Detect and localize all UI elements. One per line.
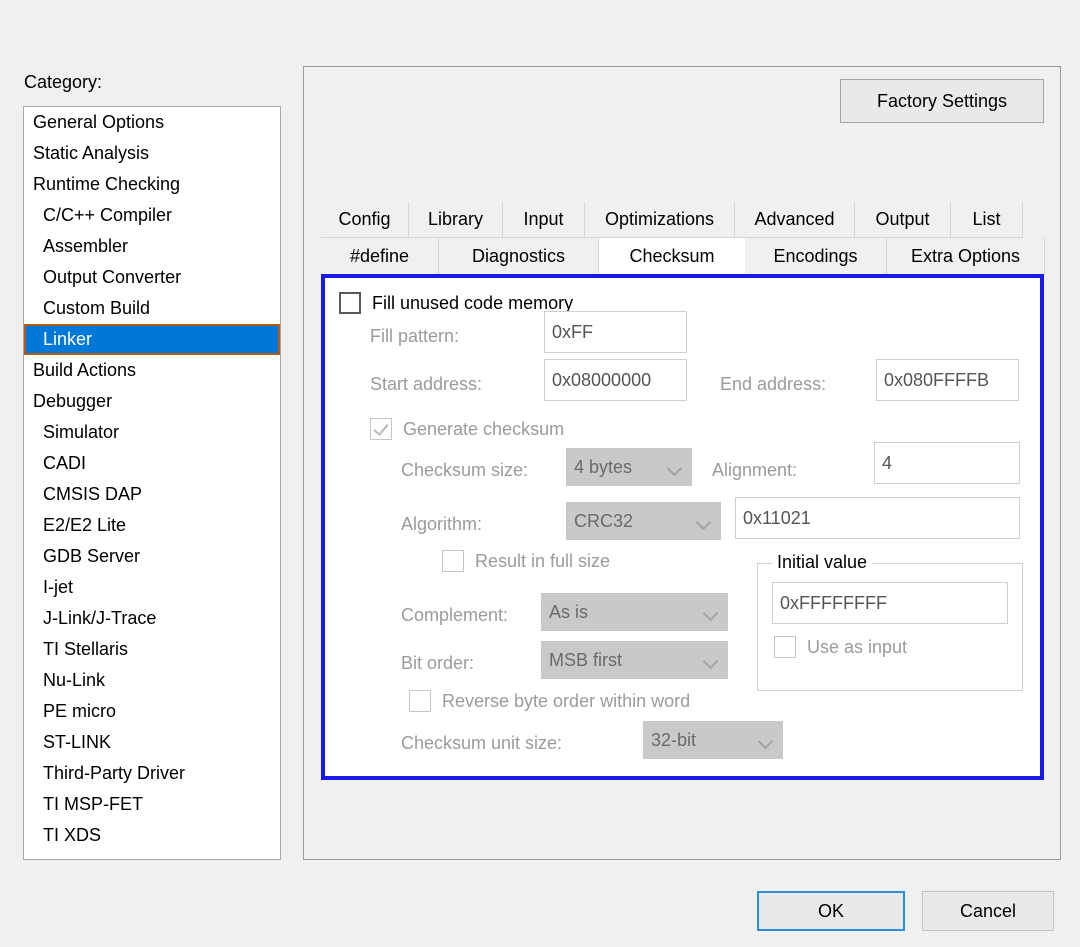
options-panel: Factory Settings ConfigLibraryInputOptim… bbox=[303, 66, 1061, 860]
sidebar-item-ti-msp-fet[interactable]: TI MSP-FET bbox=[24, 789, 280, 820]
checkbox-check-icon bbox=[370, 418, 392, 440]
sidebar-item-build-actions[interactable]: Build Actions bbox=[24, 355, 280, 386]
start-address-label: Start address: bbox=[370, 374, 482, 395]
chevron-down-icon bbox=[759, 736, 775, 745]
tab-row-primary: ConfigLibraryInputOptimizationsAdvancedO… bbox=[321, 202, 1061, 238]
tab-output[interactable]: Output bbox=[855, 202, 951, 238]
checkbox-box-icon bbox=[442, 550, 464, 572]
tab-input[interactable]: Input bbox=[503, 202, 585, 238]
sidebar-item-ti-xds[interactable]: TI XDS bbox=[24, 820, 280, 851]
chevron-down-icon bbox=[704, 656, 720, 665]
sidebar-item-runtime-checking[interactable]: Runtime Checking bbox=[24, 169, 280, 200]
checksum-size-dropdown[interactable]: 4 bytes bbox=[566, 448, 692, 486]
alignment-input[interactable]: 4 bbox=[874, 442, 1020, 484]
alignment-label: Alignment: bbox=[712, 460, 797, 481]
checksum-panel: Fill unused code memory Fill pattern: 0x… bbox=[321, 274, 1044, 780]
sidebar-item-st-link[interactable]: ST-LINK bbox=[24, 727, 280, 758]
reverse-byte-order-checkbox[interactable]: Reverse byte order within word bbox=[409, 690, 690, 712]
tab-list[interactable]: List bbox=[951, 202, 1023, 238]
sidebar-item-c-c-compiler[interactable]: C/C++ Compiler bbox=[24, 200, 280, 231]
initial-value-group: Initial value 0xFFFFFFFF Use as input bbox=[757, 563, 1023, 691]
algorithm-dropdown[interactable]: CRC32 bbox=[566, 502, 721, 540]
sidebar-item-nu-link[interactable]: Nu-Link bbox=[24, 665, 280, 696]
checkbox-box-icon bbox=[339, 292, 361, 314]
sidebar-item-gdb-server[interactable]: GDB Server bbox=[24, 541, 280, 572]
sidebar-item-cadi[interactable]: CADI bbox=[24, 448, 280, 479]
polynomial-input[interactable]: 0x11021 bbox=[735, 497, 1020, 539]
algorithm-value: CRC32 bbox=[574, 511, 691, 532]
checkbox-box-icon bbox=[774, 636, 796, 658]
category-label: Category: bbox=[24, 72, 102, 93]
sidebar-item-output-converter[interactable]: Output Converter bbox=[24, 262, 280, 293]
tab-advanced[interactable]: Advanced bbox=[735, 202, 855, 238]
bit-order-dropdown[interactable]: MSB first bbox=[541, 641, 728, 679]
sidebar-item-cmsis-dap[interactable]: CMSIS DAP bbox=[24, 479, 280, 510]
use-as-input-label: Use as input bbox=[807, 637, 907, 658]
sidebar-item-i-jet[interactable]: I-jet bbox=[24, 572, 280, 603]
tab-config[interactable]: Config bbox=[321, 202, 409, 238]
generate-checksum-label: Generate checksum bbox=[403, 419, 564, 440]
tab-encodings[interactable]: Encodings bbox=[745, 238, 887, 274]
chevron-down-icon bbox=[704, 608, 720, 617]
sidebar-item-debugger[interactable]: Debugger bbox=[24, 386, 280, 417]
bit-order-label: Bit order: bbox=[401, 653, 474, 674]
result-in-full-size-checkbox[interactable]: Result in full size bbox=[442, 550, 610, 572]
end-address-input[interactable]: 0x080FFFFB bbox=[876, 359, 1019, 401]
tab-define[interactable]: #define bbox=[321, 238, 439, 274]
checksum-unit-size-dropdown[interactable]: 32-bit bbox=[643, 721, 783, 759]
sidebar-item-static-analysis[interactable]: Static Analysis bbox=[24, 138, 280, 169]
checksum-unit-size-value: 32-bit bbox=[651, 730, 753, 751]
reverse-byte-order-label: Reverse byte order within word bbox=[442, 691, 690, 712]
ok-button[interactable]: OK bbox=[757, 891, 905, 931]
initial-value-input[interactable]: 0xFFFFFFFF bbox=[772, 582, 1008, 624]
use-as-input-checkbox[interactable]: Use as input bbox=[774, 636, 907, 658]
checkbox-box-icon bbox=[409, 690, 431, 712]
initial-value-legend: Initial value bbox=[772, 552, 872, 573]
cancel-button[interactable]: Cancel bbox=[922, 891, 1054, 931]
chevron-down-icon bbox=[697, 517, 713, 526]
sidebar-item-linker[interactable]: Linker bbox=[24, 324, 280, 355]
checksum-unit-size-label: Checksum unit size: bbox=[401, 733, 562, 754]
tab-checksum[interactable]: Checksum bbox=[599, 238, 745, 274]
sidebar-item-general-options[interactable]: General Options bbox=[24, 107, 280, 138]
fill-unused-code-memory-checkbox[interactable]: Fill unused code memory bbox=[339, 292, 573, 314]
tab-row-secondary: #defineDiagnosticsChecksumEncodingsExtra… bbox=[321, 238, 1061, 274]
fill-unused-code-memory-label: Fill unused code memory bbox=[372, 293, 573, 314]
category-list[interactable]: General OptionsStatic AnalysisRuntime Ch… bbox=[23, 106, 281, 860]
tab-diagnostics[interactable]: Diagnostics bbox=[439, 238, 599, 274]
tab-library[interactable]: Library bbox=[409, 202, 503, 238]
algorithm-label: Algorithm: bbox=[401, 514, 482, 535]
fill-pattern-input[interactable]: 0xFF bbox=[544, 311, 687, 353]
sidebar-item-assembler[interactable]: Assembler bbox=[24, 231, 280, 262]
tab-optimizations[interactable]: Optimizations bbox=[585, 202, 735, 238]
fill-pattern-label: Fill pattern: bbox=[370, 326, 459, 347]
chevron-down-icon bbox=[668, 463, 684, 472]
tab-strip: ConfigLibraryInputOptimizationsAdvancedO… bbox=[321, 202, 1061, 274]
sidebar-item-simulator[interactable]: Simulator bbox=[24, 417, 280, 448]
complement-dropdown[interactable]: As is bbox=[541, 593, 728, 631]
tab-extra-options[interactable]: Extra Options bbox=[887, 238, 1045, 274]
checksum-size-label: Checksum size: bbox=[401, 460, 528, 481]
end-address-label: End address: bbox=[720, 374, 826, 395]
bit-order-value: MSB first bbox=[549, 650, 698, 671]
checksum-size-value: 4 bytes bbox=[574, 457, 662, 478]
sidebar-item-j-link-j-trace[interactable]: J-Link/J-Trace bbox=[24, 603, 280, 634]
generate-checksum-checkbox[interactable]: Generate checksum bbox=[370, 418, 564, 440]
sidebar-item-pe-micro[interactable]: PE micro bbox=[24, 696, 280, 727]
start-address-input[interactable]: 0x08000000 bbox=[544, 359, 687, 401]
factory-settings-button[interactable]: Factory Settings bbox=[840, 79, 1044, 123]
complement-label: Complement: bbox=[401, 605, 508, 626]
sidebar-item-e2-e2-lite[interactable]: E2/E2 Lite bbox=[24, 510, 280, 541]
complement-value: As is bbox=[549, 602, 698, 623]
sidebar-item-third-party-driver[interactable]: Third-Party Driver bbox=[24, 758, 280, 789]
sidebar-item-ti-stellaris[interactable]: TI Stellaris bbox=[24, 634, 280, 665]
sidebar-item-custom-build[interactable]: Custom Build bbox=[24, 293, 280, 324]
result-in-full-size-label: Result in full size bbox=[475, 551, 610, 572]
